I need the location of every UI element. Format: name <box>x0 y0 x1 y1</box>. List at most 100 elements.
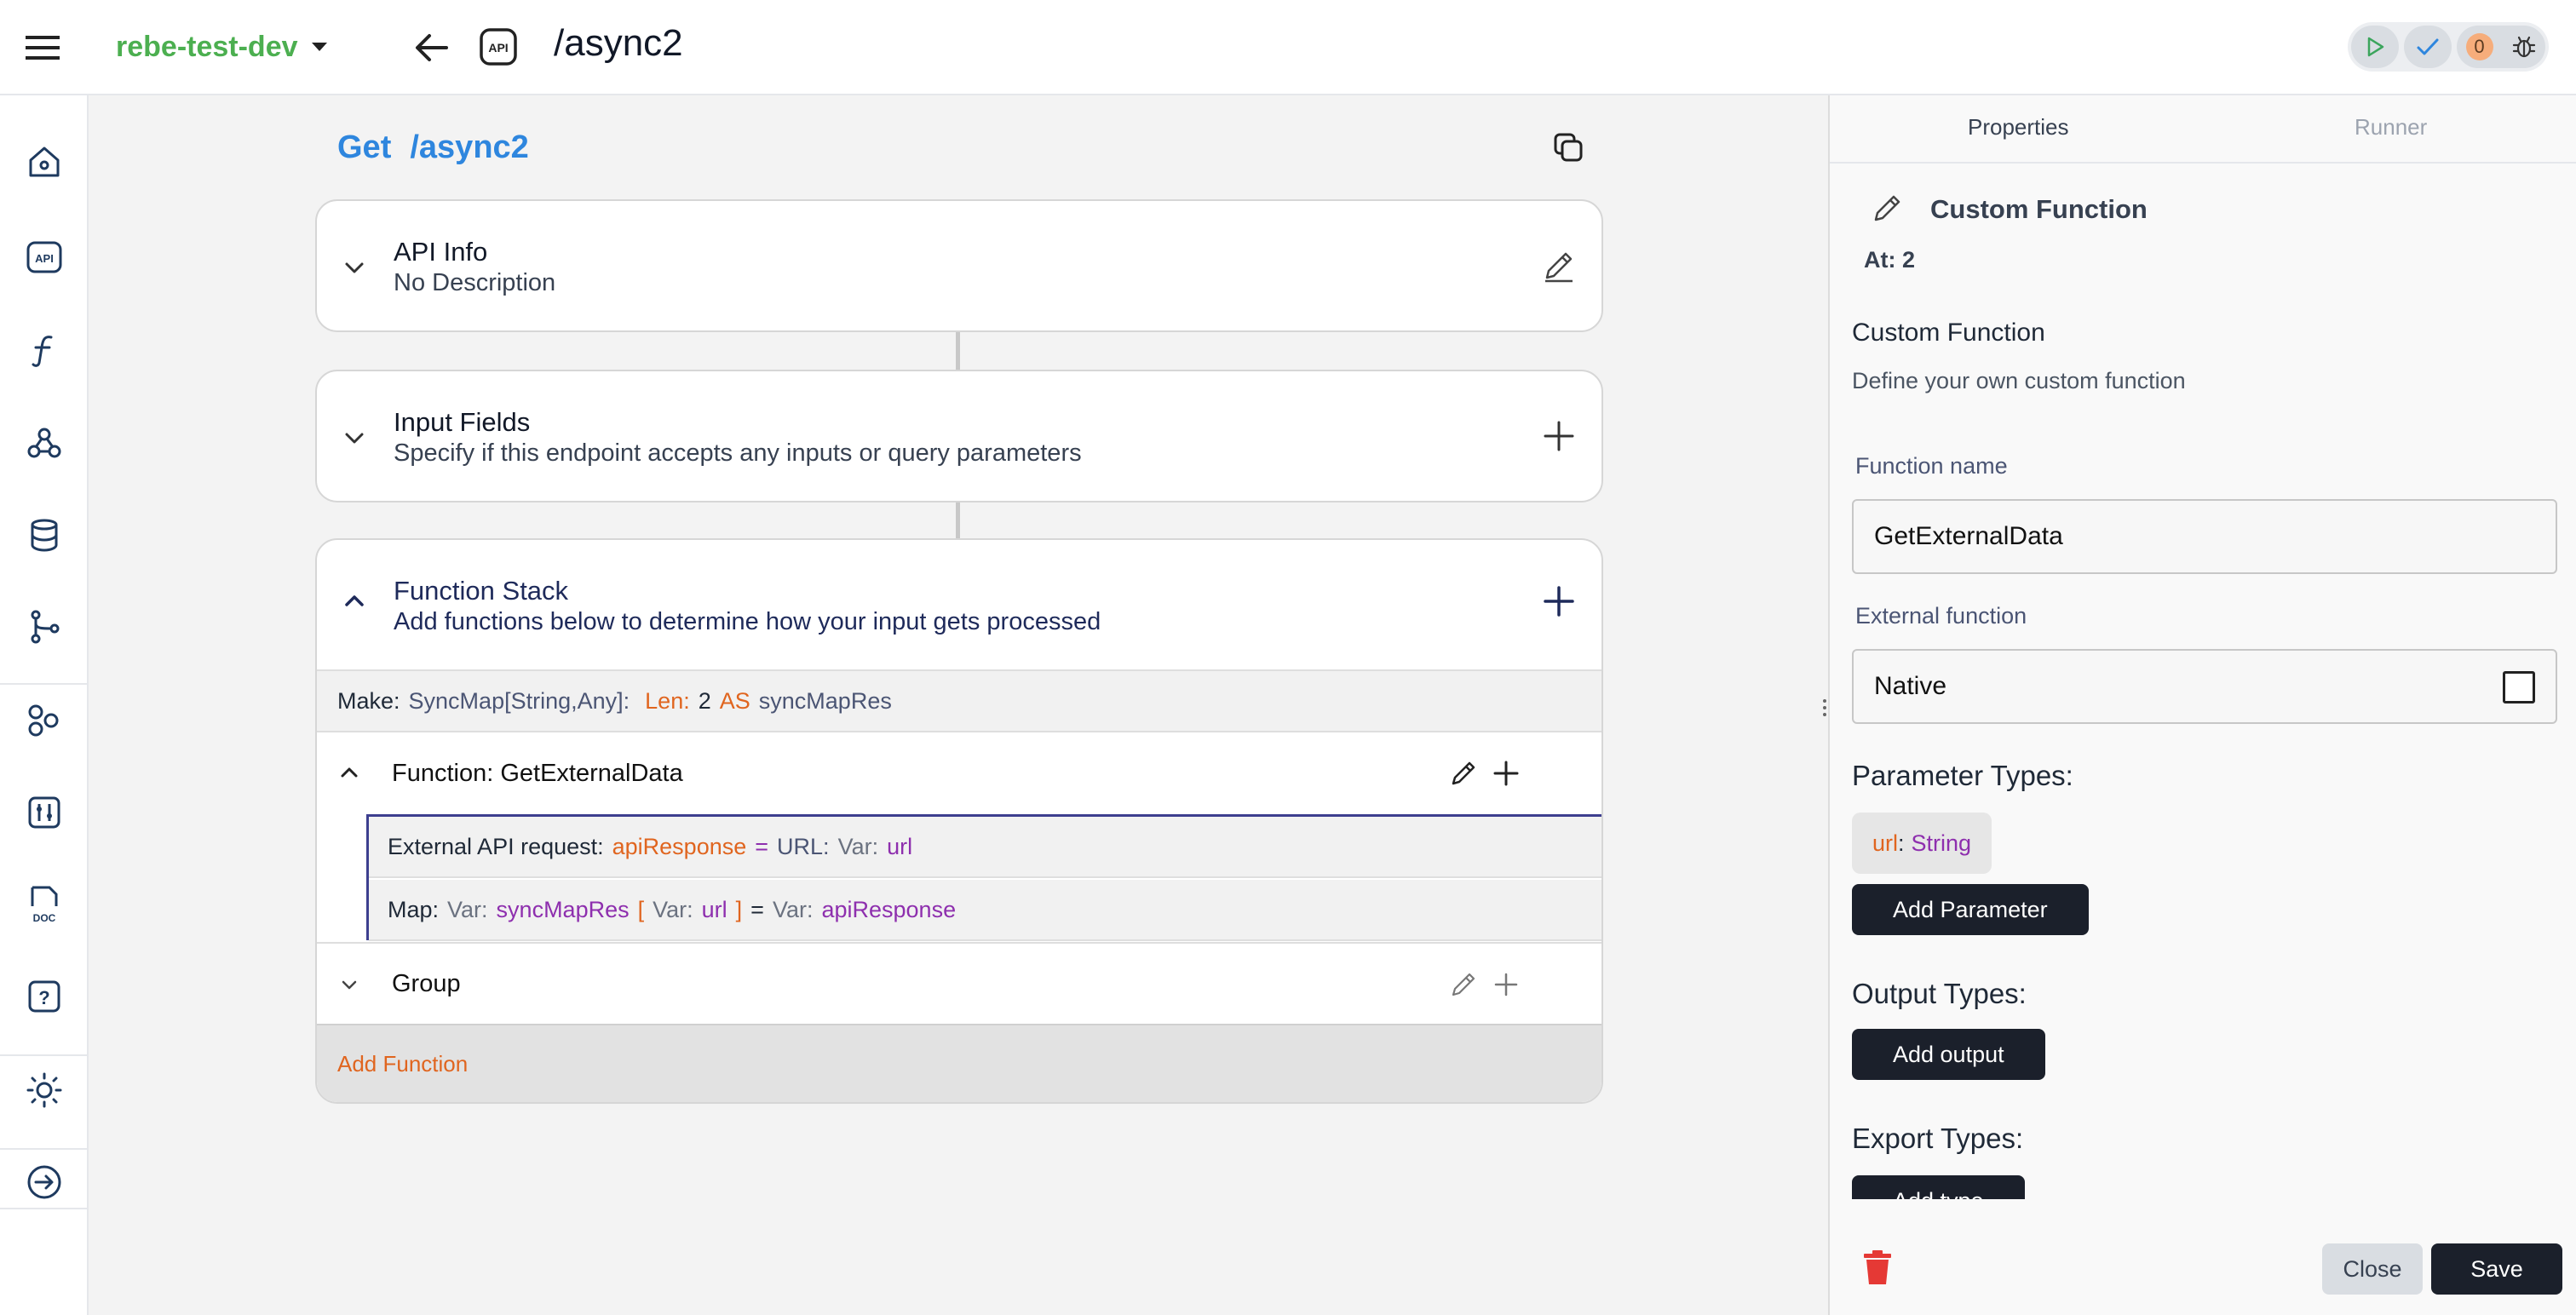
panel-tabs: Properties Runner <box>1830 95 2576 164</box>
status-group: 0 <box>2348 22 2549 72</box>
map-rbracket: ] <box>735 896 743 922</box>
len-value: 2 <box>698 687 711 714</box>
add-parameter-button[interactable]: Add Parameter <box>1852 884 2089 935</box>
tab-properties[interactable]: Properties <box>1968 114 2069 141</box>
param-sep: : <box>1898 830 1905 856</box>
map-row[interactable]: Map: Var: syncMapRes [ Var: url ] = Var:… <box>369 880 1601 941</box>
endpoint-path: /async2 <box>410 129 529 165</box>
as-label: AS <box>719 687 750 714</box>
chevron-down-icon[interactable] <box>341 254 368 281</box>
section-description: Define your own custom function <box>1852 368 2186 393</box>
left-rail: API DOC ? <box>0 95 89 1315</box>
add-plus-icon[interactable] <box>1491 969 1521 1000</box>
add-output-button[interactable]: Add output <box>1852 1029 2045 1080</box>
project-selector[interactable]: rebe-test-dev <box>116 26 329 68</box>
native-checkbox[interactable] <box>2503 671 2535 703</box>
add-plus-icon[interactable] <box>1491 758 1521 789</box>
edit-pencil-icon[interactable] <box>1540 247 1578 284</box>
chevron-down-icon[interactable] <box>341 424 368 451</box>
chevron-up-icon[interactable] <box>341 588 368 615</box>
panel-title: Custom Function <box>1930 194 2148 224</box>
edit-pencil-icon[interactable] <box>1448 758 1479 789</box>
add-function-button[interactable]: Add Function <box>317 1024 1601 1102</box>
api-icon[interactable]: API <box>22 235 66 279</box>
function-name-input[interactable]: GetExternalData <box>1852 499 2557 574</box>
validate-button[interactable] <box>2404 26 2452 68</box>
external-function-label: External function <box>1855 603 2027 629</box>
properties-panel: Properties Runner Custom Function At: 2 … <box>1828 95 2576 1315</box>
chevron-up-icon[interactable] <box>334 758 365 789</box>
position-label: At: 2 <box>1864 247 1915 273</box>
close-button[interactable]: Close <box>2322 1243 2423 1295</box>
card-connector <box>956 502 960 540</box>
external-function-field: Native <box>1852 649 2557 724</box>
debug-button[interactable]: 0 <box>2457 26 2545 68</box>
api-icon: API <box>479 27 518 66</box>
database-icon[interactable] <box>22 513 66 557</box>
menu-icon[interactable] <box>24 31 61 65</box>
map-lbracket: [ <box>637 896 645 922</box>
add-plus-icon[interactable] <box>1540 417 1578 455</box>
external-api-request-row[interactable]: External API request: apiResponse = URL:… <box>369 817 1601 878</box>
function-children: External API request: apiResponse = URL:… <box>366 814 1601 941</box>
parameter-chip[interactable]: url : String <box>1852 813 1992 874</box>
function-stack-title: Function Stack <box>394 576 569 606</box>
endpoint-heading: Get /async2 <box>337 129 529 166</box>
len-label: Len: <box>645 687 690 714</box>
map-eq: = <box>750 896 764 922</box>
tab-runner[interactable]: Runner <box>2355 114 2427 141</box>
svg-text:API: API <box>35 252 54 265</box>
output-types-title: Output Types: <box>1852 978 2027 1009</box>
add-plus-icon[interactable] <box>1540 583 1578 620</box>
map-var3-label: Var: <box>772 896 814 922</box>
svg-text:DOC: DOC <box>33 912 56 924</box>
make-var-name: syncMapRes <box>758 687 892 714</box>
make-prefix: Make: <box>337 687 400 714</box>
shapes-icon[interactable] <box>22 698 66 743</box>
function-icon[interactable] <box>22 329 66 373</box>
svg-text:API: API <box>488 41 508 55</box>
webhook-icon[interactable] <box>22 421 66 465</box>
param-name: url <box>1872 830 1899 856</box>
run-button[interactable] <box>2351 26 2399 68</box>
save-button[interactable]: Save <box>2431 1243 2562 1295</box>
panel-scroll-edge <box>1830 1199 2576 1216</box>
request-var-label: Var: <box>837 833 879 859</box>
check-icon <box>2416 37 2440 57</box>
map-var3-name: apiResponse <box>821 896 957 922</box>
make-type: SyncMap[String,Any]: <box>408 687 630 714</box>
map-var1-name: syncMapRes <box>496 896 630 922</box>
back-arrow-icon[interactable] <box>412 29 451 66</box>
function-row[interactable]: Function: GetExternalData <box>317 732 1601 814</box>
input-fields-title: Input Fields <box>394 407 531 437</box>
rail-divider <box>0 1148 89 1150</box>
map-var1-label: Var: <box>447 896 488 922</box>
rail-divider <box>0 683 89 685</box>
theme-icon[interactable] <box>22 1068 66 1112</box>
logout-icon[interactable] <box>22 1160 66 1204</box>
tools-icon[interactable] <box>22 790 66 835</box>
edit-pencil-icon[interactable] <box>1448 969 1479 1000</box>
card-connector <box>956 332 960 370</box>
home-icon[interactable] <box>22 140 66 184</box>
bug-icon <box>2511 34 2537 60</box>
request-target: apiResponse <box>612 833 747 859</box>
group-row-label: Group <box>392 969 461 997</box>
copy-icon[interactable] <box>1550 129 1588 167</box>
rail-divider <box>0 1054 89 1056</box>
chevron-down-icon[interactable] <box>334 969 365 1000</box>
doc-icon[interactable]: DOC <box>22 882 66 927</box>
play-icon <box>2364 36 2386 58</box>
request-eq: = <box>755 833 769 859</box>
request-url-label: URL: <box>777 833 830 859</box>
branch-icon[interactable] <box>22 605 66 649</box>
external-function-value: Native <box>1874 672 1947 700</box>
endpoint-canvas: Get /async2 API Info No Description Inpu… <box>89 95 1828 1315</box>
make-syncmap-row[interactable]: Make: SyncMap[String,Any]: Len: 2 AS syn… <box>317 669 1601 732</box>
group-row[interactable]: Group <box>317 942 1601 1024</box>
function-name-label: Function name <box>1855 453 2008 479</box>
trash-icon[interactable] <box>1860 1249 1895 1286</box>
top-bar: rebe-test-dev API /async2 0 <box>0 0 2576 95</box>
help-icon[interactable]: ? <box>22 974 66 1019</box>
api-info-subtitle: No Description <box>394 269 556 296</box>
